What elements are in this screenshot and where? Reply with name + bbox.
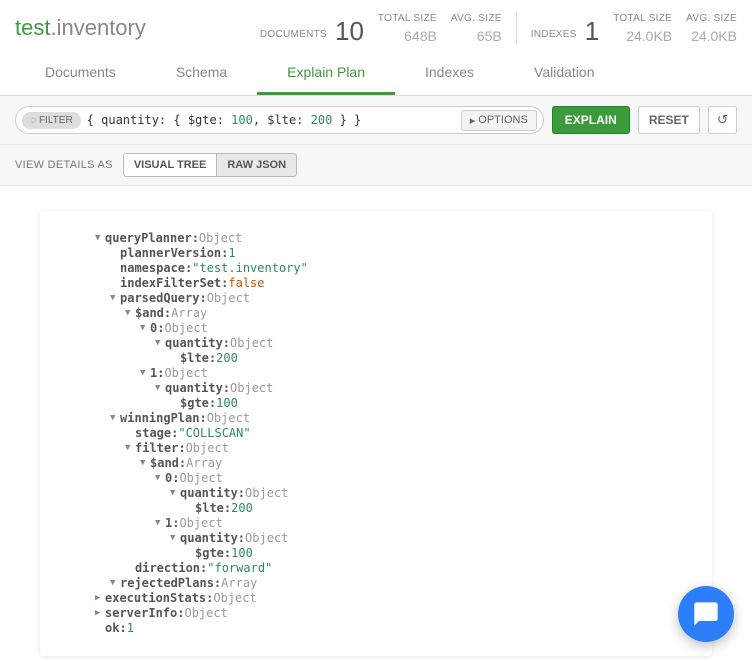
- namespace-collection: inventory: [57, 15, 146, 40]
- json-row[interactable]: indexFilterSet: false: [55, 276, 697, 291]
- view-details-label: VIEW DETAILS AS: [15, 159, 113, 171]
- chat-icon: [692, 600, 720, 628]
- docs-avg-size: 65B: [477, 28, 502, 44]
- tab-schema[interactable]: Schema: [146, 52, 257, 95]
- filter-bar: ◌ FILTER { quantity: { $gte: 100, $lte: …: [0, 96, 752, 145]
- tab-validation[interactable]: Validation: [504, 52, 624, 95]
- chevron-down-icon[interactable]: [110, 413, 120, 424]
- docs-total-size-label: TOTAL SIZE: [378, 13, 437, 24]
- idx-total-size-label: TOTAL SIZE: [613, 13, 672, 24]
- json-row[interactable]: quantity: Object: [55, 486, 697, 501]
- documents-label: DOCUMENTS: [260, 29, 327, 40]
- explain-button[interactable]: EXPLAIN: [552, 106, 630, 134]
- json-output-panel: queryPlanner: Object plannerVersion: 1 n…: [40, 211, 712, 656]
- json-row[interactable]: namespace: "test.inventory": [55, 261, 697, 276]
- json-row[interactable]: quantity: Object: [55, 381, 697, 396]
- json-row[interactable]: ok: 1: [55, 621, 697, 636]
- json-row[interactable]: direction: "forward": [55, 561, 697, 576]
- history-button[interactable]: ↺: [708, 106, 737, 134]
- json-row[interactable]: winningPlan: Object: [55, 411, 697, 426]
- view-raw-json-button[interactable]: RAW JSON: [216, 153, 297, 177]
- chevron-down-icon[interactable]: [125, 443, 135, 454]
- json-row[interactable]: stage: "COLLSCAN": [55, 426, 697, 441]
- chevron-down-icon[interactable]: [155, 383, 165, 394]
- json-row[interactable]: 1: Object: [55, 366, 697, 381]
- chevron-down-icon[interactable]: [95, 233, 105, 244]
- json-row[interactable]: $gte: 100: [55, 396, 697, 411]
- tab-documents[interactable]: Documents: [15, 52, 146, 95]
- filter-query-text[interactable]: { quantity: { $gte: 100, $lte: 200 } }: [87, 113, 457, 127]
- filter-clock-icon: ◌: [30, 115, 36, 126]
- chevron-right-icon[interactable]: [95, 593, 105, 604]
- json-row[interactable]: $and: Array: [55, 306, 697, 321]
- chevron-down-icon[interactable]: [140, 323, 150, 334]
- json-row[interactable]: queryPlanner: Object: [55, 231, 697, 246]
- docs-avg-size-label: AVG. SIZE: [451, 13, 502, 24]
- json-row[interactable]: $and: Array: [55, 456, 697, 471]
- namespace-label: test.inventory: [15, 15, 146, 41]
- chevron-down-icon[interactable]: [140, 458, 150, 469]
- json-row[interactable]: 1: Object: [55, 516, 697, 531]
- filter-input[interactable]: ◌ FILTER { quantity: { $gte: 100, $lte: …: [15, 106, 544, 134]
- json-row[interactable]: quantity: Object: [55, 336, 697, 351]
- chevron-down-icon[interactable]: [110, 293, 120, 304]
- tabs-bar: Documents Schema Explain Plan Indexes Va…: [0, 52, 752, 96]
- chevron-down-icon[interactable]: [155, 473, 165, 484]
- json-row[interactable]: plannerVersion: 1: [55, 246, 697, 261]
- json-row[interactable]: quantity: Object: [55, 531, 697, 546]
- stats-divider: [516, 12, 517, 44]
- chevron-down-icon[interactable]: [155, 518, 165, 529]
- json-row[interactable]: rejectedPlans: Array: [55, 576, 697, 591]
- indexes-count: 1: [585, 18, 599, 44]
- json-row[interactable]: filter: Object: [55, 441, 697, 456]
- idx-avg-size-label: AVG. SIZE: [686, 13, 737, 24]
- idx-avg-size: 24.0KB: [691, 28, 737, 44]
- json-row[interactable]: serverInfo: Object: [55, 606, 697, 621]
- options-button[interactable]: ▸ OPTIONS: [461, 110, 537, 131]
- reset-button[interactable]: RESET: [638, 106, 700, 134]
- idx-total-size: 24.0KB: [626, 28, 672, 44]
- namespace-db: test: [15, 15, 50, 40]
- filter-badge: ◌ FILTER: [22, 112, 81, 129]
- json-row[interactable]: $lte: 200: [55, 501, 697, 516]
- chat-fab-button[interactable]: [678, 586, 734, 642]
- chevron-down-icon[interactable]: [110, 578, 120, 589]
- view-visual-tree-button[interactable]: VISUAL TREE: [123, 153, 217, 177]
- chevron-down-icon[interactable]: [170, 533, 180, 544]
- json-row[interactable]: 0: Object: [55, 471, 697, 486]
- chevron-down-icon[interactable]: [155, 338, 165, 349]
- caret-right-icon: ▸: [470, 114, 476, 127]
- json-row[interactable]: $gte: 100: [55, 546, 697, 561]
- chevron-down-icon[interactable]: [170, 488, 180, 499]
- tab-indexes[interactable]: Indexes: [395, 52, 504, 95]
- tab-explain-plan[interactable]: Explain Plan: [257, 52, 395, 95]
- docs-total-size: 648B: [404, 28, 437, 44]
- history-icon: ↺: [717, 112, 728, 127]
- chevron-down-icon[interactable]: [140, 368, 150, 379]
- json-row[interactable]: 0: Object: [55, 321, 697, 336]
- json-row[interactable]: parsedQuery: Object: [55, 291, 697, 306]
- json-row[interactable]: executionStats: Object: [55, 591, 697, 606]
- documents-count: 10: [335, 18, 364, 44]
- indexes-label: INDEXES: [531, 29, 577, 40]
- view-toggle-bar: VIEW DETAILS AS VISUAL TREE RAW JSON: [0, 145, 752, 186]
- chevron-right-icon[interactable]: [95, 608, 105, 619]
- header-bar: test.inventory DOCUMENTS 10 TOTAL SIZE 6…: [0, 0, 752, 52]
- json-row[interactable]: $lte: 200: [55, 351, 697, 366]
- chevron-down-icon[interactable]: [125, 308, 135, 319]
